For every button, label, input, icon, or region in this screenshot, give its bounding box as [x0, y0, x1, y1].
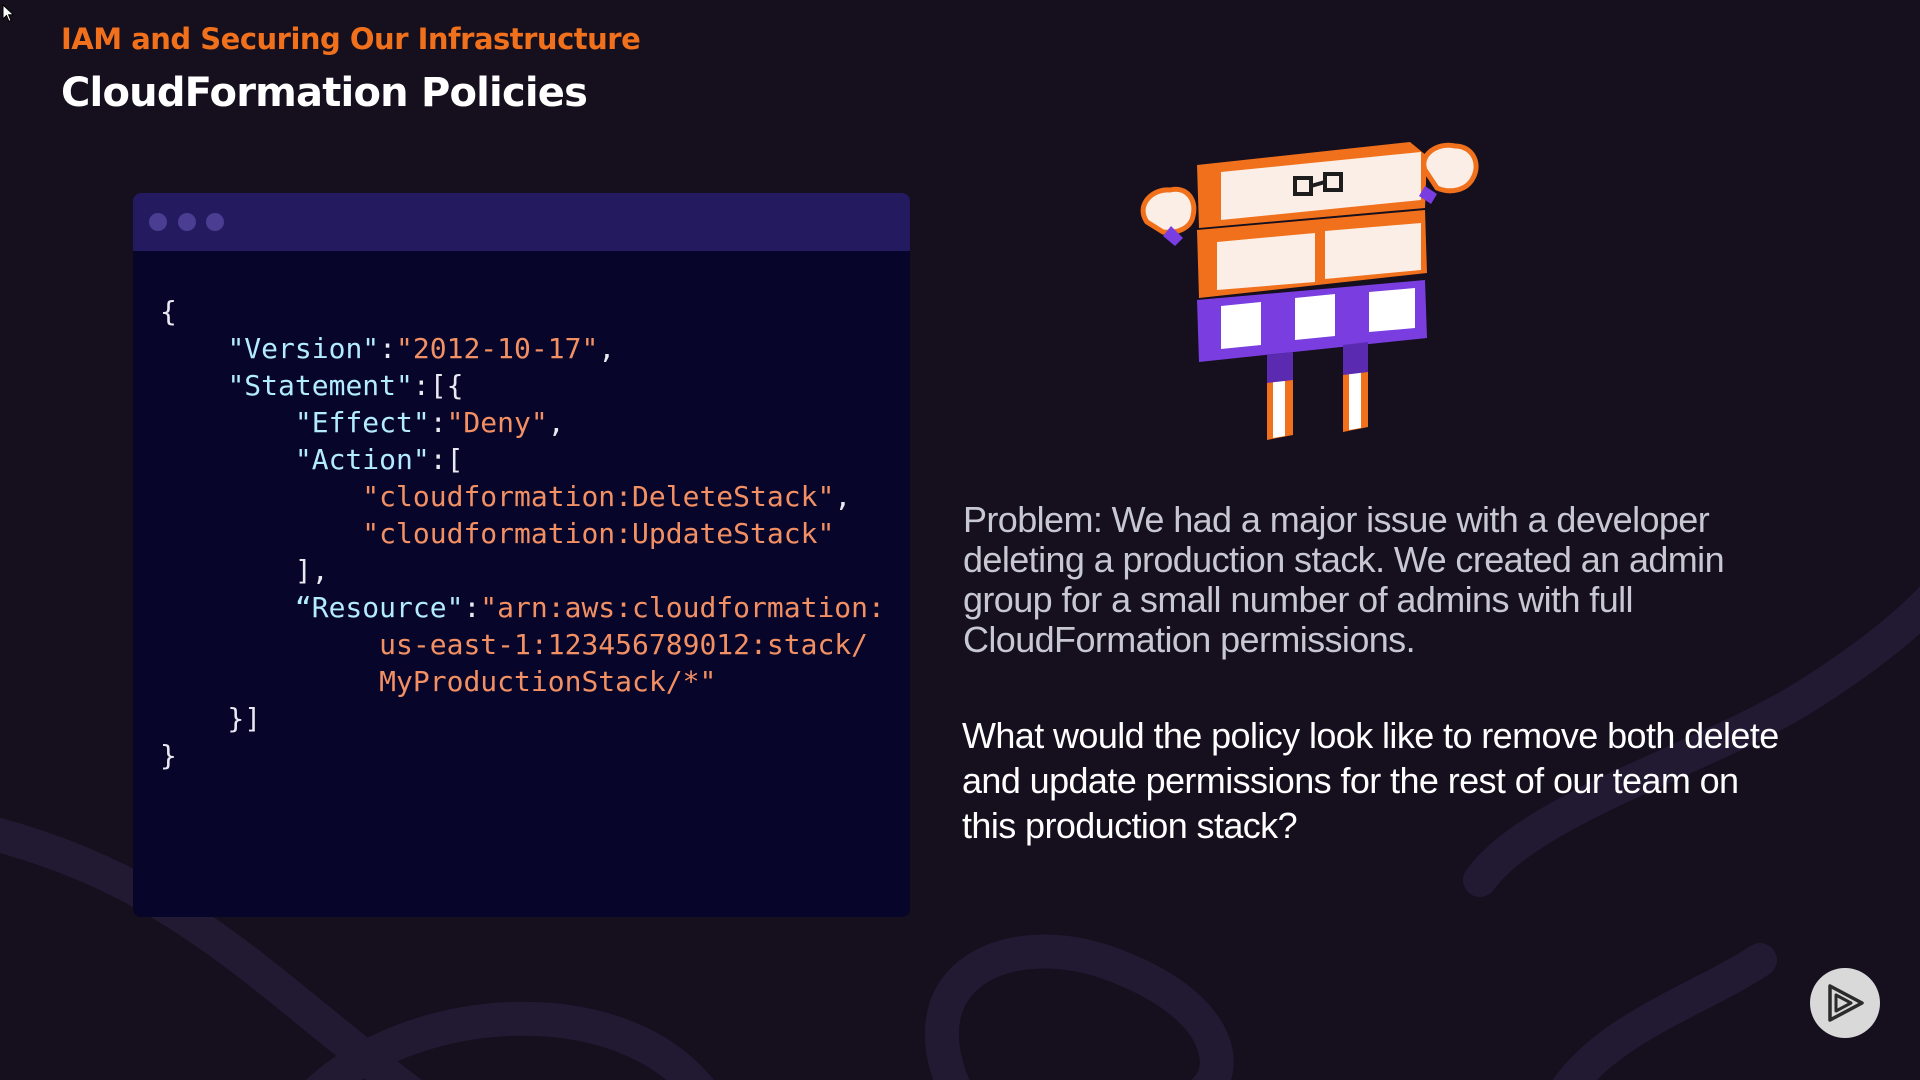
policy-json-code: { "Version":"2012-10-17", "Statement":[{…	[160, 293, 885, 774]
json-punctuation	[160, 406, 295, 439]
question-prompt: What would the policy look like to remov…	[962, 715, 1779, 846]
player-play-button[interactable]	[1810, 968, 1880, 1038]
json-key: "Statement"	[227, 369, 413, 402]
code-line: MyProductionStack/*"	[160, 663, 885, 700]
code-line: "Statement":[{	[160, 367, 885, 404]
json-punctuation: :	[379, 332, 397, 365]
json-punctuation	[160, 332, 227, 365]
json-punctuation	[160, 517, 362, 550]
code-line: }]	[160, 700, 885, 737]
json-string: "2012-10-17"	[396, 332, 599, 365]
course-title: IAM and Securing Our Infrastructure	[61, 22, 641, 56]
json-punctuation	[160, 591, 295, 624]
json-punctuation	[160, 369, 227, 402]
json-punctuation: ],	[160, 554, 329, 587]
json-punctuation	[160, 665, 379, 698]
window-dot-icon	[149, 213, 167, 231]
code-window: { "Version":"2012-10-17", "Statement":[{…	[133, 193, 910, 917]
code-line: “Resource":"arn:aws:cloudformation:	[160, 589, 885, 626]
json-punctuation: ,	[834, 480, 852, 513]
json-key: “Resource"	[294, 591, 464, 624]
json-punctuation	[160, 443, 295, 476]
code-line: us-east-1:123456789012:stack/	[160, 626, 885, 663]
json-punctuation: {	[160, 295, 177, 328]
json-punctuation: ,	[598, 332, 616, 365]
brick-mascot-illustration	[1140, 142, 1479, 440]
json-string: "arn:aws:cloudformation:	[480, 591, 885, 624]
json-punctuation: :[	[429, 443, 464, 476]
problem-statement: Problem: We had a major issue with a dev…	[963, 499, 1725, 660]
slide-title: CloudFormation Policies	[61, 70, 588, 116]
code-line: "Effect":"Deny",	[160, 404, 885, 441]
code-line: {	[160, 293, 885, 330]
window-dot-icon	[206, 213, 224, 231]
json-string: "cloudformation:DeleteStack"	[362, 480, 835, 513]
code-line: "Action":[	[160, 441, 885, 478]
play-icon	[1828, 984, 1864, 1022]
mouse-cursor-icon	[2, 4, 15, 23]
code-line: ],	[160, 552, 885, 589]
json-key: "Action"	[294, 443, 430, 476]
code-line: "cloudformation:DeleteStack",	[160, 478, 885, 515]
json-key: "Effect"	[294, 406, 430, 439]
json-string: us-east-1:123456789012:stack/	[379, 628, 869, 661]
code-window-titlebar	[133, 193, 910, 251]
json-punctuation	[160, 480, 362, 513]
code-line: }	[160, 737, 885, 774]
json-punctuation	[160, 628, 379, 661]
code-line: "Version":"2012-10-17",	[160, 330, 885, 367]
json-string: MyProductionStack/*"	[379, 665, 717, 698]
code-line: "cloudformation:UpdateStack"	[160, 515, 885, 552]
json-key: "Version"	[227, 332, 380, 365]
json-string: "cloudformation:UpdateStack"	[362, 517, 835, 550]
json-punctuation: ,	[547, 406, 565, 439]
window-dot-icon	[178, 213, 196, 231]
json-punctuation: }	[160, 739, 177, 772]
json-string: "Deny"	[446, 406, 548, 439]
json-punctuation: :[{	[412, 369, 464, 402]
json-punctuation: }]	[160, 702, 262, 735]
json-punctuation: :	[429, 406, 447, 439]
json-punctuation: :	[463, 591, 481, 624]
